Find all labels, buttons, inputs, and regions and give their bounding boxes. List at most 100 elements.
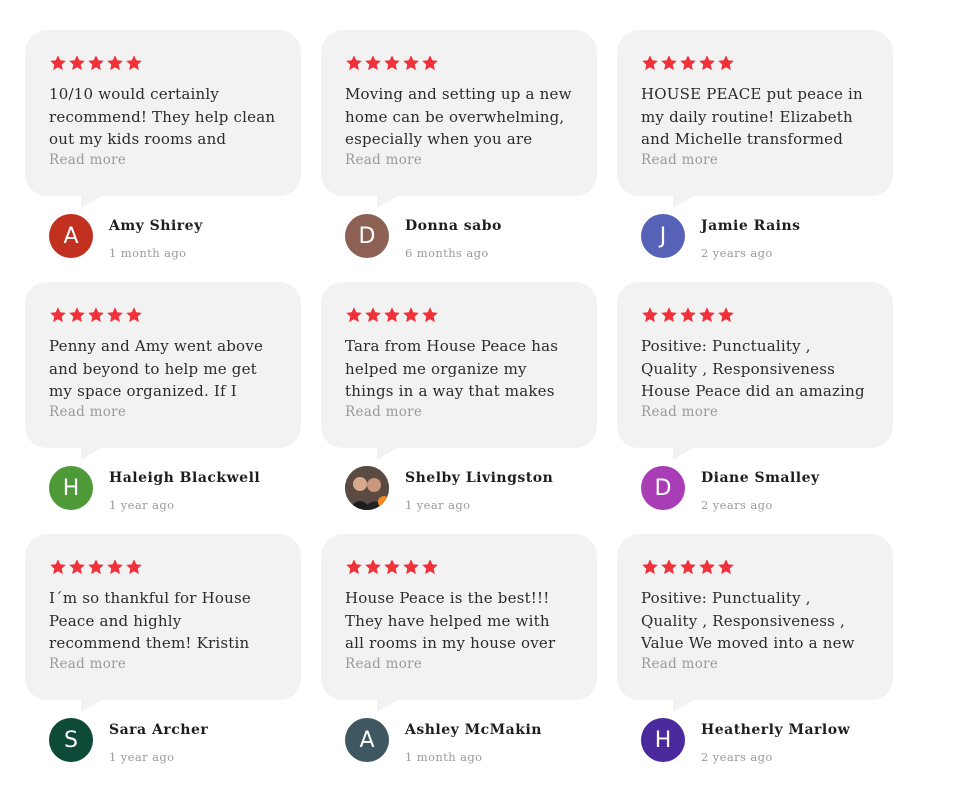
star-icon (364, 54, 382, 72)
review-date: 2 years ago (701, 750, 773, 764)
verified-badge-icon (378, 496, 389, 508)
star-rating (345, 556, 573, 578)
star-rating (49, 304, 277, 326)
star-icon (698, 558, 716, 576)
avatar: H (641, 718, 685, 762)
star-rating (641, 556, 869, 578)
star-icon (68, 306, 86, 324)
star-icon (660, 306, 678, 324)
star-icon (87, 306, 105, 324)
star-icon (679, 558, 697, 576)
star-rating (49, 52, 277, 74)
review-text: House Peace is the best!!! They have hel… (345, 589, 556, 652)
star-icon (345, 54, 363, 72)
star-icon (68, 558, 86, 576)
review-bubble: Moving and setting up a new home can be … (321, 30, 597, 208)
author-name: Haleigh Blackwell (109, 470, 261, 486)
star-icon (717, 54, 735, 72)
review-author: A Amy Shirey 1 month ago (25, 214, 301, 284)
read-more-link[interactable]: Read more (641, 403, 869, 421)
star-icon (125, 306, 143, 324)
star-icon (421, 306, 439, 324)
avatar: J (641, 214, 685, 258)
review-date: 1 year ago (109, 750, 175, 764)
review-card: Tara from House Peace has helped me orga… (321, 282, 597, 536)
review-bubble: House Peace is the best!!! They have hel… (321, 534, 597, 712)
star-icon (49, 54, 67, 72)
review-text: Moving and setting up a new home can be … (345, 85, 572, 148)
star-rating (49, 556, 277, 578)
star-icon (87, 558, 105, 576)
avatar: A (345, 718, 389, 762)
star-icon (660, 558, 678, 576)
star-icon (698, 54, 716, 72)
review-card: HOUSE PEACE put peace in my daily routin… (617, 30, 893, 284)
avatar: S (49, 718, 93, 762)
review-card: I´m so thankful for House Peace and high… (25, 534, 301, 788)
review-bubble: I´m so thankful for House Peace and high… (25, 534, 301, 712)
author-name: Diane Smalley (701, 470, 820, 486)
review-text: Penny and Amy went above and beyond to h… (49, 337, 264, 400)
review-date: 6 months ago (405, 246, 489, 260)
review-bubble: Tara from House Peace has helped me orga… (321, 282, 597, 460)
review-text: 10/10 would certainly recommend! They he… (49, 85, 276, 148)
review-bubble: 10/10 would certainly recommend! They he… (25, 30, 301, 208)
review-author: H Heatherly Marlow 2 years ago (617, 718, 893, 788)
star-icon (421, 54, 439, 72)
star-rating (641, 304, 869, 326)
read-more-link[interactable]: Read more (641, 151, 869, 169)
star-icon (679, 54, 697, 72)
star-icon (698, 306, 716, 324)
author-name: Sara Archer (109, 722, 209, 738)
read-more-link[interactable]: Read more (345, 655, 573, 673)
star-icon (383, 306, 401, 324)
star-icon (641, 306, 659, 324)
read-more-link[interactable]: Read more (49, 151, 277, 169)
avatar-photo (345, 466, 389, 510)
read-more-link[interactable]: Read more (345, 403, 573, 421)
read-more-link[interactable]: Read more (641, 655, 869, 673)
review-text: Tara from House Peace has helped me orga… (345, 337, 559, 400)
star-icon (402, 558, 420, 576)
read-more-link[interactable]: Read more (49, 403, 277, 421)
star-icon (383, 558, 401, 576)
avatar: A (49, 214, 93, 258)
author-name: Heatherly Marlow (701, 722, 851, 738)
review-card: Positive: Punctuality , Quality , Respon… (617, 534, 893, 788)
star-icon (87, 54, 105, 72)
star-rating (345, 52, 573, 74)
review-bubble: HOUSE PEACE put peace in my daily routin… (617, 30, 893, 208)
star-rating (345, 304, 573, 326)
review-text: HOUSE PEACE put peace in my daily routin… (641, 85, 863, 148)
read-more-link[interactable]: Read more (345, 151, 573, 169)
avatar: D (345, 214, 389, 258)
review-author: J Jamie Rains 2 years ago (617, 214, 893, 284)
star-icon (717, 306, 735, 324)
author-name: Amy Shirey (109, 218, 203, 234)
review-date: 2 years ago (701, 246, 773, 260)
author-name: Ashley McMakin (405, 722, 542, 738)
review-text: I´m so thankful for House Peace and high… (49, 589, 251, 652)
review-bubble: Positive: Punctuality , Quality , Respon… (617, 282, 893, 460)
author-name: Donna sabo (405, 218, 502, 234)
author-name: Jamie Rains (701, 218, 801, 234)
review-card: Positive: Punctuality , Quality , Respon… (617, 282, 893, 536)
review-card: Penny and Amy went above and beyond to h… (25, 282, 301, 536)
review-author: Shelby Livingston 1 year ago (321, 466, 597, 536)
star-icon (421, 558, 439, 576)
star-icon (345, 306, 363, 324)
star-icon (345, 558, 363, 576)
star-icon (717, 558, 735, 576)
star-icon (364, 558, 382, 576)
star-icon (49, 558, 67, 576)
review-author: D Diane Smalley 2 years ago (617, 466, 893, 536)
star-icon (402, 306, 420, 324)
review-date: 1 year ago (405, 498, 471, 512)
author-name: Shelby Livingston (405, 470, 554, 486)
star-icon (679, 306, 697, 324)
read-more-link[interactable]: Read more (49, 655, 277, 673)
star-icon (402, 54, 420, 72)
review-card: Moving and setting up a new home can be … (321, 30, 597, 284)
review-text: Positive: Punctuality , Quality , Respon… (641, 337, 865, 400)
review-bubble: Penny and Amy went above and beyond to h… (25, 282, 301, 460)
